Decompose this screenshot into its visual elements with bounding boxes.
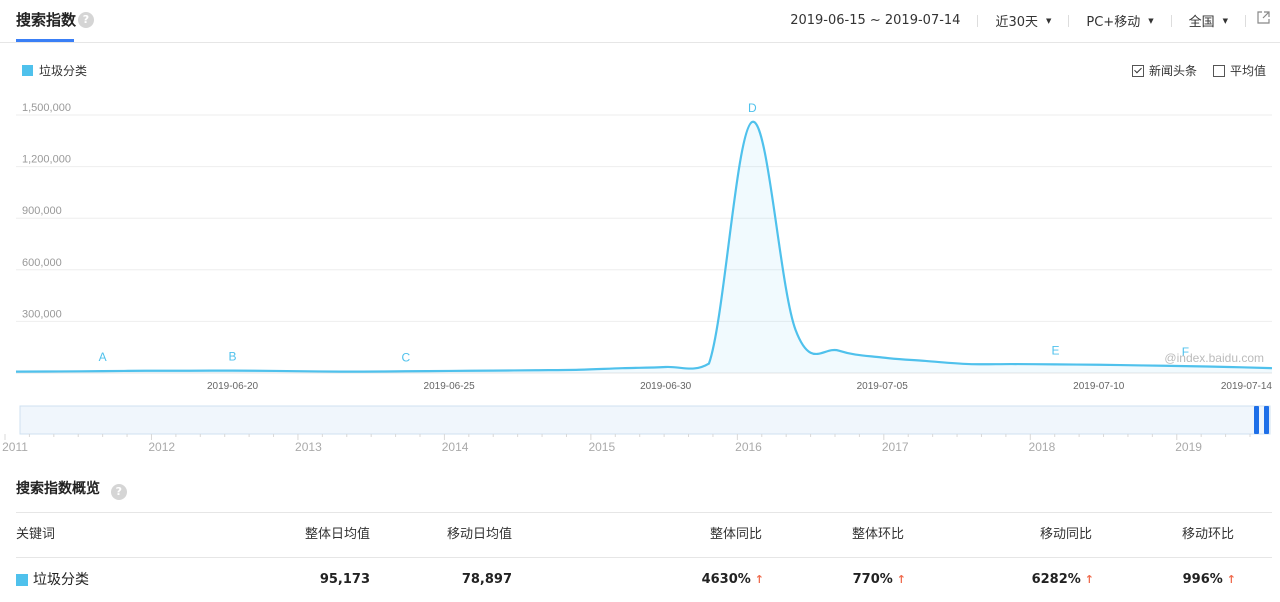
x-tick-label: 2019-07-05 (857, 381, 909, 392)
y-tick-label: 1,200,000 (22, 154, 71, 166)
annotation-label: C (401, 350, 410, 364)
news-headline-toggle[interactable]: 新闻头条 (1131, 62, 1197, 79)
date-range-text: 2019-06-15 ~ 2019-07-14 (790, 13, 961, 28)
overview-year-label: 2013 (295, 440, 322, 454)
period-label: 近30天 (995, 15, 1038, 30)
top-bar: 搜索指数 ? 2019-06-15 ~ 2019-07-14 近30天 ▼ PC… (0, 0, 1280, 43)
x-tick-label: 2019-07-10 (1073, 381, 1125, 392)
mobile-yoy-cell: 6282% ↑ (1032, 558, 1094, 602)
header-mobile-yoy: 移动同比 (1039, 527, 1092, 542)
mobile-yoy-value: 6282% (1031, 572, 1081, 587)
annotation-label: B (229, 350, 237, 364)
region-dropdown[interactable]: 全国 ▼ (1189, 11, 1228, 30)
caret-down-icon: ▼ (1148, 16, 1154, 25)
y-tick-label: 600,000 (22, 257, 62, 269)
y-tick-label: 900,000 (22, 205, 62, 217)
chart-options: 新闻头条 平均值 (1116, 62, 1266, 79)
y-tick-label: 300,000 (22, 308, 62, 320)
x-tick-label: 2019-06-30 (640, 381, 692, 392)
legend-swatch (22, 65, 33, 76)
filter-bar: 2019-06-15 ~ 2019-07-14 近30天 ▼ PC+移动 ▼ 全… (790, 11, 1246, 30)
overview-year-label: 2016 (735, 440, 762, 454)
trend-chart: 1,500,000 1,200,000 900,000 600,000 300,000 A… (2, 101, 1273, 454)
mobile-daily-avg-value: 78,897 (461, 572, 512, 587)
x-tick-label: 2019-06-20 (207, 381, 259, 392)
header-overall-yoy: 整体同比 (709, 527, 762, 542)
divider (1245, 14, 1246, 27)
table-header-row: 关键词 整体日均值 移动日均值 整体同比 整体环比 移动同比 移动环比 (16, 513, 1272, 558)
device-label: PC+移动 (1086, 15, 1141, 30)
checkbox-icon[interactable] (1212, 64, 1225, 77)
x-tick-label: 2019-06-25 (424, 381, 476, 392)
help-icon[interactable]: ? (110, 484, 127, 500)
header-overall-daily-avg: 整体日均值 (304, 527, 370, 542)
annotation-label: A (99, 350, 107, 364)
header-mobile-mom: 移动环比 (1181, 527, 1234, 542)
mobile-mom-cell: 996% ↑ (1183, 558, 1236, 602)
caret-down-icon: ▼ (1046, 16, 1052, 25)
region-label: 全国 (1188, 15, 1215, 30)
overview-year-label: 2012 (148, 440, 175, 454)
overview-year-label: 2018 (1029, 440, 1056, 454)
overall-mom-value: 770% (852, 572, 893, 587)
period-dropdown[interactable]: 近30天 ▼ (995, 11, 1051, 30)
watermark: @index.baidu.com (1164, 351, 1264, 365)
header-keyword: 关键词 (16, 527, 56, 542)
date-range-picker[interactable]: 2019-06-15 ~ 2019-07-14 (790, 13, 960, 28)
up-arrow-icon: ↑ (896, 573, 906, 586)
summary-table: 关键词 整体日均值 移动日均值 整体同比 整体环比 移动同比 移动环比 垃圾分类… (16, 512, 1272, 602)
divider (977, 14, 979, 27)
share-icon[interactable] (1257, 11, 1270, 24)
slider-handle-left[interactable] (1254, 406, 1259, 434)
keyword-swatch (16, 574, 28, 586)
overall-daily-avg-value: 95,173 (319, 572, 370, 587)
keyword-cell: 垃圾分类 (16, 558, 89, 602)
annotation-label: D (748, 101, 757, 115)
summary-title: 搜索指数概览 ? (16, 478, 127, 500)
chart-legend: 垃圾分类 (22, 62, 87, 79)
overview-year-label: 2017 (882, 440, 909, 454)
overview-slider (19, 405, 1271, 435)
divider (1170, 14, 1172, 27)
x-tick-label: 2019-07-14 (1221, 381, 1273, 392)
device-dropdown[interactable]: PC+移动 ▼ (1086, 11, 1153, 30)
keyword-text: 垃圾分类 (33, 572, 89, 588)
legend-series-name: 垃圾分类 (39, 64, 88, 78)
overview-year-label: 2011 (2, 440, 28, 454)
help-icon[interactable]: ? (78, 12, 94, 28)
series-area (16, 121, 1272, 374)
mobile-mom-value: 996% (1182, 572, 1223, 587)
average-toggle[interactable]: 平均值 (1212, 62, 1266, 79)
news-headline-label: 新闻头条 (1148, 64, 1197, 78)
header-overall-mom: 整体环比 (851, 527, 904, 542)
checkbox-checked-icon[interactable] (1131, 64, 1144, 77)
overall-mom-cell: 770% ↑ (853, 558, 906, 602)
overview-year-label: 2015 (588, 440, 615, 454)
active-tab-indicator (16, 39, 74, 42)
overview-year-label: 2019 (1175, 440, 1202, 454)
summary-title-text: 搜索指数概览 (16, 481, 100, 497)
tab-search-index[interactable]: 搜索指数 (16, 9, 76, 30)
slider-handle-right[interactable] (1264, 406, 1269, 434)
series-line (15, 120, 1273, 373)
caret-down-icon: ▼ (1222, 16, 1228, 25)
up-arrow-icon: ↑ (1226, 573, 1236, 586)
up-arrow-icon: ↑ (1084, 573, 1094, 586)
divider (1068, 14, 1070, 27)
up-arrow-icon: ↑ (754, 573, 764, 586)
average-label: 平均值 (1229, 64, 1266, 78)
overview-year-label: 2014 (442, 440, 469, 454)
table-row: 垃圾分类 95,173 78,897 4630% ↑ 770% ↑ 6282% ↑ 9… (16, 558, 1272, 602)
annotation-label: E (1051, 343, 1059, 357)
y-tick-label: 1,500,000 (22, 102, 71, 114)
overall-yoy-cell: 4630% ↑ (702, 558, 764, 602)
overall-yoy-value: 4630% (701, 572, 751, 587)
header-mobile-daily-avg: 移动日均值 (446, 527, 512, 542)
